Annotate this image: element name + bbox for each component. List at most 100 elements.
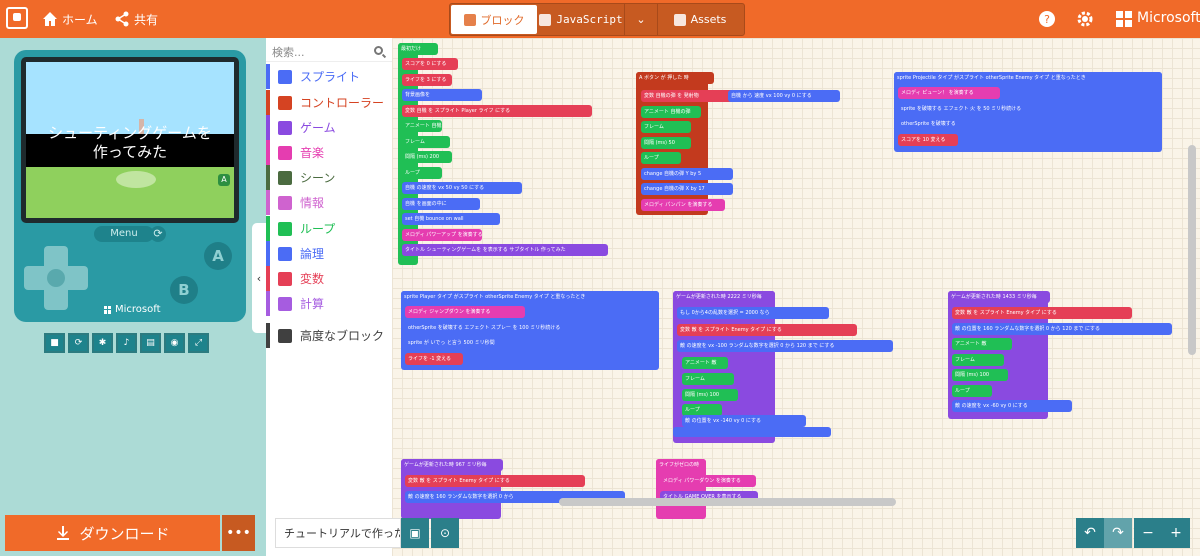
stack6-block[interactable]: 敵 の速度を vx -60 vy 0 にする [952, 400, 1072, 412]
toolbox-category-0[interactable]: スプライト [266, 64, 392, 89]
search-icon[interactable] [374, 46, 383, 55]
stack1-block[interactable]: ループ [402, 166, 442, 179]
stack6-block[interactable]: フレーム [952, 353, 1004, 366]
stack6-title[interactable]: ゲームが更新された時 1433 ミリ秒毎 [948, 291, 1050, 303]
stack8-block[interactable]: メロディ パワーダウン を演奏する [660, 475, 756, 487]
stack3-title[interactable]: sprite Projectile タイプ がスプライト otherSprite… [894, 72, 1162, 84]
if-block-footer[interactable] [673, 427, 831, 437]
share-button[interactable]: 共有 [114, 9, 158, 29]
stack7-block[interactable]: 変数 敵 を スプライト Enemy タイプ にする [405, 475, 585, 487]
on-start-title[interactable]: 最初だけ [398, 43, 438, 55]
stack7-title[interactable]: ゲームが更新された時 967 ミリ秒毎 [401, 459, 503, 471]
stack1-block[interactable]: 間隔 (ms) 200 [402, 151, 452, 163]
blocks-workspace[interactable]: 最初だけ スコアを 0 にする ライフを 3 にする 背景画像を 変数 自機 を スプラ… [392, 38, 1200, 556]
redo-icon[interactable]: ↷ [1104, 518, 1132, 548]
toolbox-category-2[interactable]: ゲーム [266, 115, 392, 140]
zoom-in-icon[interactable]: + [1162, 518, 1190, 548]
stack6-block[interactable]: 変数 敵 を スプライト Enemy タイプ にする [952, 307, 1132, 319]
stack1-block[interactable]: 自機 を画面の中に [402, 197, 480, 210]
toolbox-category-5[interactable]: 情報 [266, 190, 392, 215]
stack2-title[interactable]: A ボタン が 押した 時 [636, 72, 714, 84]
stack4-block[interactable]: ライフを -1 変える [405, 352, 463, 365]
stack8-title[interactable]: ライフがゼロの時 [656, 459, 706, 471]
stack5-title[interactable]: ゲームが更新された時 2222 ミリ秒毎 [673, 291, 775, 303]
stack1-block[interactable]: set 自機 bounce on wall [402, 213, 500, 225]
keyboard-icon[interactable]: ▤ [140, 333, 161, 353]
toolbox-category-4[interactable]: シーン [266, 165, 392, 190]
stack5-block[interactable]: もし 0から4の乱数を選択 = 2000 なら [677, 307, 829, 319]
stack2-block[interactable]: change 自機の弾 X by 17 [641, 183, 733, 195]
stop-icon[interactable]: ■ [44, 333, 65, 353]
stack6-block[interactable]: ループ [952, 384, 992, 397]
stack5-block[interactable]: フレーム [682, 373, 734, 385]
b-button[interactable]: B [170, 276, 198, 304]
menu-button[interactable]: Menu [94, 226, 154, 242]
stack4-block[interactable]: sprite が いでっ と言う 500 ミリ秒間 [405, 337, 559, 349]
save-icon[interactable]: ▣ [401, 518, 429, 548]
stack1-block[interactable]: 背景画像を [402, 89, 482, 101]
help-icon[interactable]: ? [1038, 10, 1056, 28]
stack2-block[interactable]: アニメート 自機の弾 [641, 105, 701, 118]
fullscreen-icon[interactable]: ⤢ [188, 333, 209, 353]
dpad[interactable] [24, 246, 88, 310]
stack2-block[interactable]: メロディ パンパン を演奏する [641, 198, 725, 211]
simulator-screen[interactable]: シューティングゲームを 作ってみた A [21, 57, 239, 223]
zoom-out-icon[interactable]: − [1134, 518, 1162, 548]
toolbox-category-8[interactable]: 変数 [266, 266, 392, 291]
stack1-block[interactable]: メロディ パワーアップ を演奏する [402, 228, 482, 241]
toolbox-collapse-handle[interactable]: ‹ [252, 223, 266, 333]
stack4-block[interactable]: メロディ ジャンプダウン を演奏する [405, 306, 525, 318]
stack6-block[interactable]: アニメート 敵 [952, 338, 1012, 350]
reset-icon[interactable]: ⟳ [150, 226, 166, 242]
game-canvas[interactable]: シューティングゲームを 作ってみた A [26, 62, 234, 218]
stack2-block[interactable]: 間隔 (ms) 50 [641, 136, 691, 149]
stack2-block[interactable]: change 自機の弾 Y by 5 [641, 167, 733, 180]
stack1-block[interactable]: 自機 の速度を vx 50 vy 50 にする [402, 182, 522, 194]
restart-icon[interactable]: ⟳ [68, 333, 89, 353]
project-name-field[interactable]: チュートリアルで作ったシューティングゲーム [275, 518, 401, 548]
download-button[interactable]: ダウンロード [5, 515, 220, 551]
gear-icon[interactable] [1076, 10, 1094, 28]
stack3-block[interactable]: otherSprite を破壊する [898, 118, 978, 130]
github-icon[interactable]: ⊙ [431, 518, 459, 548]
stack2-block[interactable]: ループ [641, 152, 681, 164]
stack6-block[interactable]: 間隔 (ms) 100 [952, 369, 1008, 381]
stack3-block[interactable]: sprite を破壊する エフェクト 火 を 50 ミリ秒続ける [898, 102, 1068, 115]
stack3-block[interactable]: メロディ ピューン！ を演奏する [898, 87, 1000, 99]
vertical-scrollbar[interactable] [1188, 145, 1196, 355]
stack1-block[interactable]: アニメート 自機 [402, 120, 442, 132]
stack5-block[interactable]: 敵 の速度を vx -100 ランダムな数字を選択 0 から 120 まで にす… [677, 340, 893, 352]
stack1-block[interactable]: フレーム [402, 135, 450, 148]
stack1-block[interactable]: ライフを 3 にする [402, 73, 452, 86]
stack6-block[interactable]: 敵 の位置を 160 ランダムな数字を選択 0 から 120 まで にする [952, 322, 1172, 335]
stack4-title[interactable]: sprite Player タイプ がスプライト otherSprite Ene… [401, 291, 659, 303]
a-button[interactable]: A [204, 242, 232, 270]
debug-icon[interactable]: ✱ [92, 333, 113, 353]
stack4-block[interactable]: otherSprite を破壊する エフェクト スプレー を 100 ミリ秒続け… [405, 321, 621, 334]
toolbox-category-10[interactable]: 高度なブロック [266, 323, 392, 348]
makecode-logo-icon[interactable] [6, 7, 28, 29]
toolbox-category-1[interactable]: コントローラー [266, 90, 392, 115]
stack1-block[interactable]: 変数 自機 を スプライト Player ライフ にする [402, 104, 592, 117]
stack5-block[interactable]: 間隔 (ms) 100 [682, 389, 738, 401]
tab-javascript[interactable]: JavaScript [538, 4, 624, 35]
screenshot-icon[interactable]: ◉ [164, 333, 185, 353]
sound-icon[interactable]: ♪ [116, 333, 137, 353]
tab-language-dropdown[interactable]: ⌄ [624, 4, 658, 35]
home-button[interactable]: ホーム [42, 9, 98, 29]
stack2-block[interactable]: 自機 から 速度 vx 100 vy 0 にする [728, 90, 840, 102]
toolbox-category-7[interactable]: 論理 [266, 241, 392, 266]
download-more-button[interactable]: ••• [222, 515, 255, 551]
tab-blocks[interactable]: ブロック [451, 5, 537, 34]
toolbox-category-3[interactable]: 音楽 [266, 140, 392, 165]
stack1-block[interactable]: タイトル シューティングゲームを を表示する サブタイトル 作ってみた [402, 244, 608, 256]
stack5-block[interactable]: 変数 敵 を スプライト Enemy タイプ にする [677, 324, 857, 336]
horizontal-scrollbar[interactable] [559, 498, 896, 506]
toolbox-category-9[interactable]: 計算 [266, 291, 392, 316]
stack2-block[interactable]: フレーム [641, 121, 691, 133]
stack5-block[interactable]: 敵 の位置を vx -140 vy 0 にする [682, 415, 806, 427]
stack3-block[interactable]: スコアを 10 変える [898, 133, 958, 146]
stack5-block[interactable]: アニメート 敵 [682, 357, 728, 369]
tab-assets[interactable]: Assets [658, 4, 742, 35]
undo-icon[interactable]: ↶ [1076, 518, 1104, 548]
